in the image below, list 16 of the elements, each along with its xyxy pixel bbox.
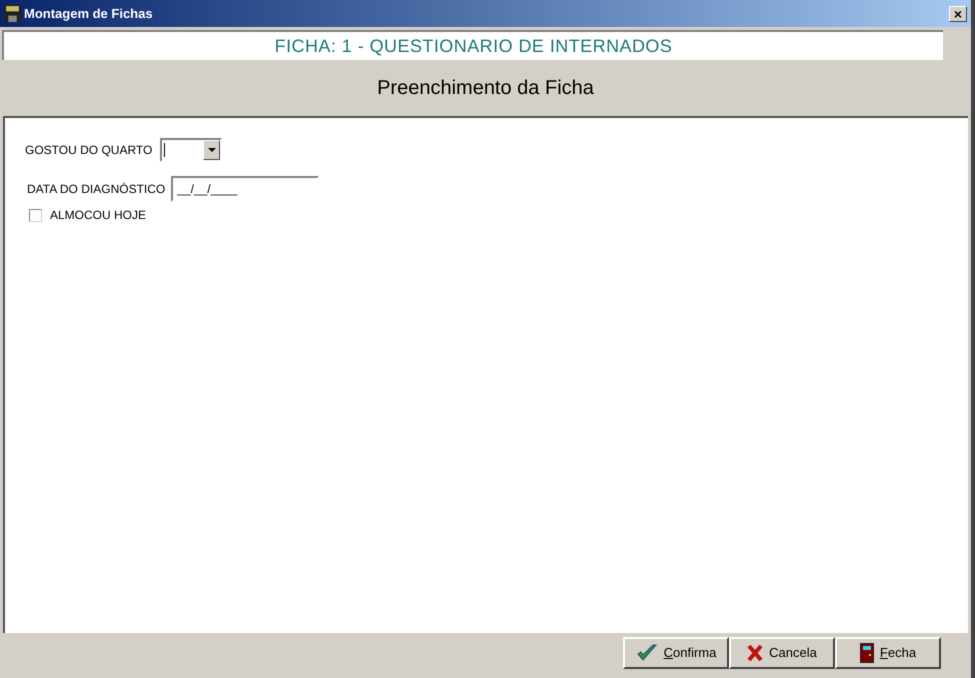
action-button[interactable]: Cancela [729,637,835,669]
form-header: FICHA: 1 - QUESTIONARIO DE INTERNADOS [2,30,943,60]
window-title: Montagem de Fichas [24,4,154,23]
cross-icon [747,644,764,662]
dropdown-field[interactable] [160,138,222,162]
action-button[interactable]: Confirma [623,637,729,669]
section-title: Preenchimento da Ficha [377,76,594,101]
checkbox[interactable] [29,208,42,222]
checkbox-label: ALMOCOU HOJE [50,207,146,224]
field-label: GOSTOU DO QUARTO [25,142,152,159]
door-icon [860,643,874,663]
close-button[interactable]: × [949,6,967,22]
action-button[interactable]: Fecha [835,637,941,669]
checkmark-icon [636,643,658,663]
date-field[interactable]: __/__/____ [171,176,320,202]
field-label: DATA DO DIAGNÓSTICO [27,181,166,198]
